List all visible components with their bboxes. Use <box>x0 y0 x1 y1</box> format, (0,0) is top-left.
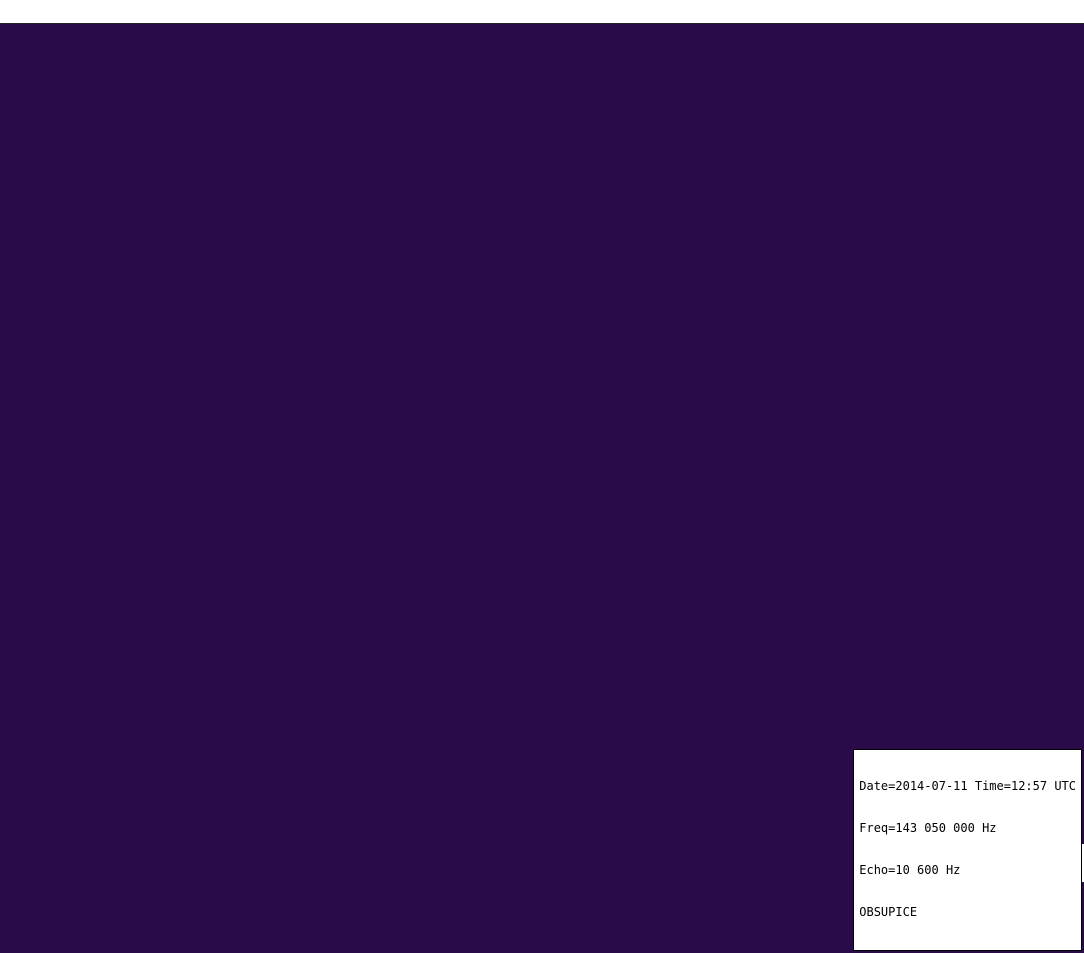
spectrogram-app: -100 dB -50 0 Date=2014-07-11 Time=12:57… <box>0 0 1084 953</box>
frequency-ruler[interactable] <box>0 0 1084 24</box>
info-echo-line: Echo=10 600 Hz <box>859 863 961 877</box>
info-box: Date=2014-07-11 Time=12:57 UTC Freq=143 … <box>853 749 1082 951</box>
info-date-line: Date=2014-07-11 Time=12:57 UTC <box>859 779 1076 793</box>
info-station-line: OBSUPICE <box>859 905 918 919</box>
info-freq-line: Freq=143 050 000 Hz <box>859 821 997 835</box>
